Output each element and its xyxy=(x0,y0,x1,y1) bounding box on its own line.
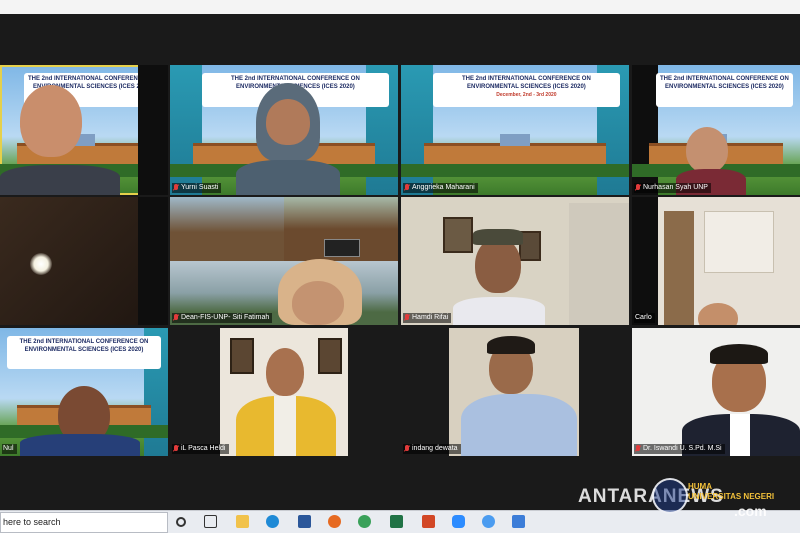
participant-tile[interactable]: THE 2nd INTERNATIONAL CONFERENCE ON ENVIR… xyxy=(0,328,168,456)
firefox-icon[interactable] xyxy=(328,515,341,528)
participant-name-label: Nurhasan Syah UNP xyxy=(634,183,711,193)
taskbar-search-box[interactable]: here to search xyxy=(0,512,168,533)
conference-banner: THE 2nd INTERNATIONAL CONFERENCE ON ENVIR… xyxy=(6,335,162,369)
conference-banner: THE 2nd INTERNATIONAL CONFERENCE ON ENVIR… xyxy=(432,72,620,107)
participant-name-label: indang dewata xyxy=(403,444,461,454)
mic-muted-icon xyxy=(173,445,179,453)
zoom-icon[interactable] xyxy=(452,515,465,528)
participant-name-label: Carlo xyxy=(634,313,655,323)
chrome-icon[interactable] xyxy=(358,515,371,528)
participant-tile[interactable]: Carlo xyxy=(632,197,800,325)
photos-icon[interactable] xyxy=(512,515,525,528)
mic-muted-icon xyxy=(173,314,179,322)
participant-tile[interactable]: indang dewata xyxy=(401,328,629,456)
participant-tile[interactable]: Dean-FIS-UNP- Siti Fatimah xyxy=(170,197,398,325)
participant-face xyxy=(698,303,738,325)
mic-muted-icon xyxy=(635,445,641,453)
mic-muted-icon xyxy=(404,445,410,453)
zoom-meeting-icon[interactable] xyxy=(482,515,495,528)
mic-muted-icon xyxy=(635,184,641,192)
multitask-icon[interactable] xyxy=(204,515,217,528)
mic-muted-icon xyxy=(404,314,410,322)
powerpoint-icon[interactable] xyxy=(422,515,435,528)
participant-name-label: Nul xyxy=(2,444,17,454)
participant-tile[interactable]: THE 2nd INTERNATIONAL CONFERENCE ON ENVIR… xyxy=(0,65,168,195)
participant-face xyxy=(20,85,82,157)
participant-face xyxy=(475,237,521,293)
excel-icon[interactable] xyxy=(390,515,403,528)
participant-face xyxy=(266,348,304,396)
edge-browser-icon[interactable] xyxy=(266,515,279,528)
word-icon[interactable] xyxy=(298,515,311,528)
participant-tile[interactable] xyxy=(0,197,168,325)
video-gallery: THE 2nd INTERNATIONAL CONFERENCE ON ENVIR… xyxy=(0,14,800,510)
participant-name-label: iL Pasca Heldi xyxy=(172,444,229,454)
mic-muted-icon xyxy=(404,184,410,192)
participant-tile[interactable]: THE 2nd INTERNATIONAL CONFERENCE ON ENVIR… xyxy=(632,65,800,195)
participant-tile[interactable]: Hamdi Rifai xyxy=(401,197,629,325)
participant-name-label: Anggrieka Maharani xyxy=(403,183,478,193)
participant-name-label: Yurni Suasti xyxy=(172,183,222,193)
file-explorer-icon[interactable] xyxy=(236,515,249,528)
participant-name-label: Dr. Iswandi U. S.Pd. M.Si xyxy=(634,444,725,454)
mic-muted-icon xyxy=(173,184,179,192)
participant-tile[interactable]: Dr. Iswandi U. S.Pd. M.Si xyxy=(632,328,800,456)
window-top-bar xyxy=(0,0,800,14)
windows-taskbar: here to search xyxy=(0,510,800,533)
participant-name-label: Dean-FIS-UNP- Siti Fatimah xyxy=(172,313,273,323)
ceiling-light xyxy=(30,253,52,275)
conference-banner: THE 2nd INTERNATIONAL CONFERENCE ON ENVIR… xyxy=(655,72,794,107)
participant-name-label: Hamdi Rifai xyxy=(403,313,452,323)
participant-tile[interactable]: THE 2nd INTERNATIONAL CONFERENCE ON ENVIR… xyxy=(170,65,398,195)
task-view-icon[interactable] xyxy=(176,517,186,527)
participant-face xyxy=(686,127,728,173)
participant-tile[interactable]: iL Pasca Heldi xyxy=(170,328,398,456)
participant-tile[interactable]: THE 2nd INTERNATIONAL CONFERENCE ON ENVIR… xyxy=(401,65,629,195)
